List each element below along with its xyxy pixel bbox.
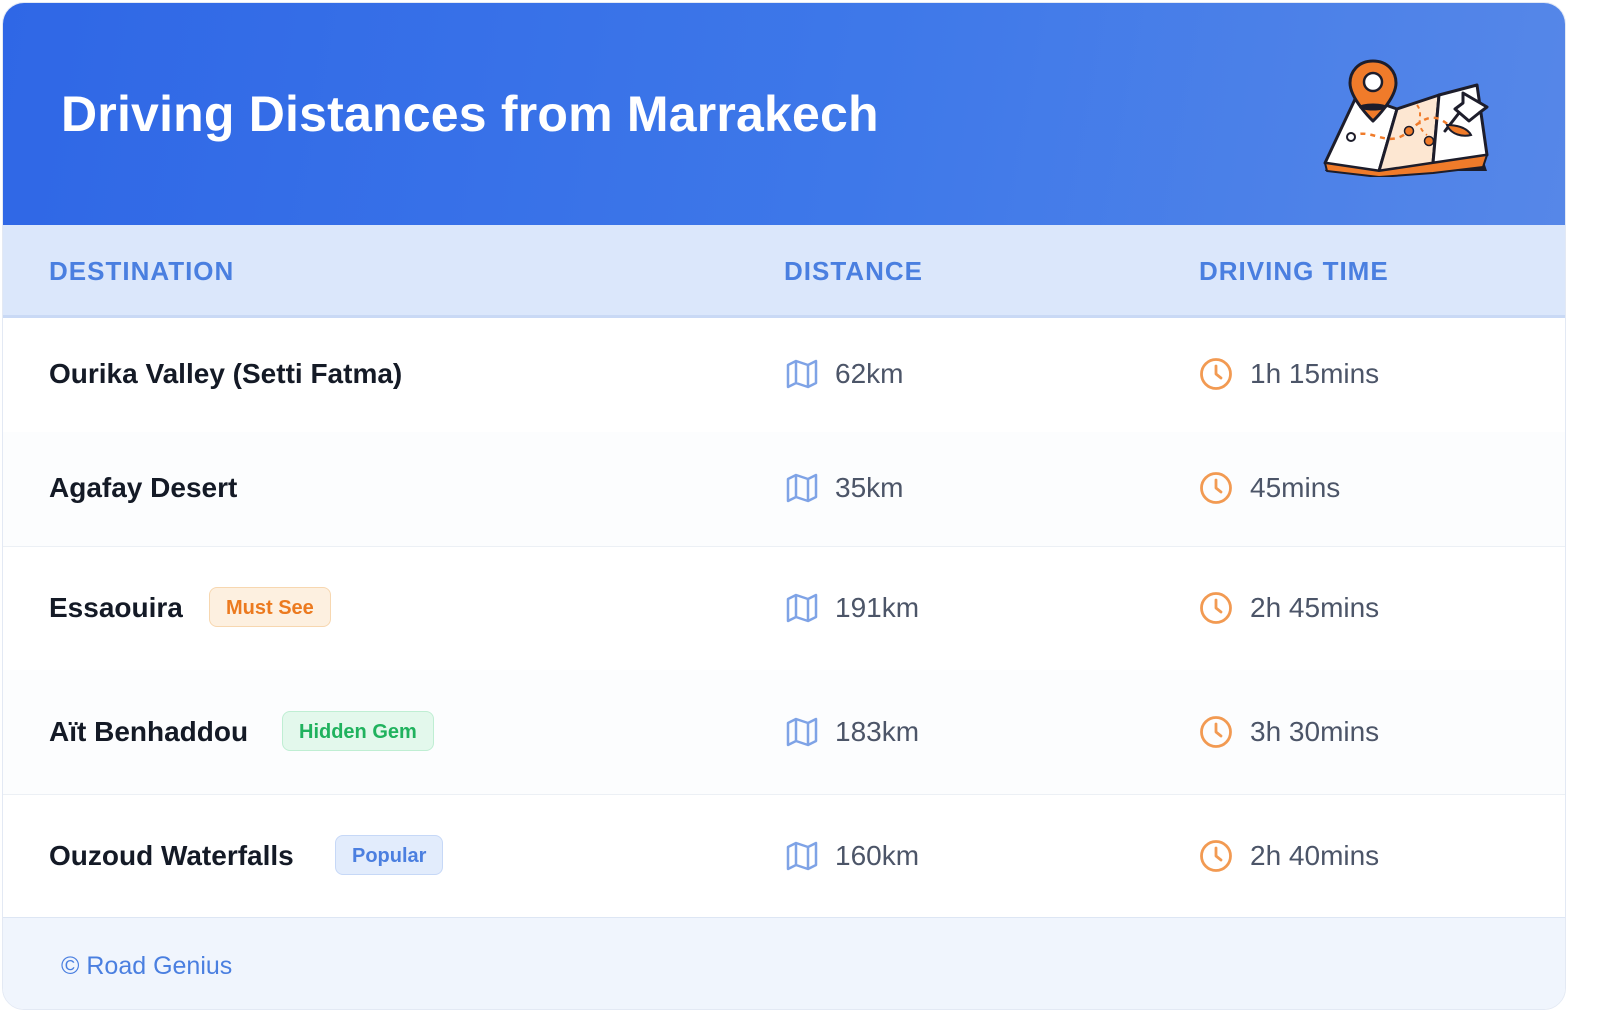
- table-row: Agafay Desert 35km 45mins: [3, 432, 1565, 547]
- distance-card: Driving Distances from Marrakech DESTINA…: [2, 2, 1566, 1010]
- clock-icon: [1200, 472, 1232, 504]
- distance-value: 62km: [835, 358, 904, 389]
- distance-value: 35km: [835, 472, 904, 503]
- map-pin-icon: [1323, 59, 1489, 177]
- table-row: Essaouira Must See 191km 2h 45mins: [3, 546, 1565, 671]
- destination-name: Agafay Desert: [49, 472, 238, 503]
- map-icon: [786, 841, 818, 871]
- map-icon: [786, 593, 818, 623]
- clock-icon: [1200, 358, 1232, 390]
- driving-time-value: 2h 40mins: [1250, 840, 1380, 871]
- driving-time-value: 2h 45mins: [1250, 592, 1380, 623]
- destination-name: Ouzoud Waterfalls: [49, 840, 294, 871]
- column-header-driving-time: DRIVING TIME: [1199, 256, 1389, 286]
- popular-badge: Popular: [335, 835, 444, 875]
- distance-value: 160km: [835, 840, 920, 871]
- driving-time-value: 1h 15mins: [1250, 358, 1380, 389]
- destination-name: Essaouira: [49, 592, 183, 623]
- driving-time-value: 45mins: [1250, 472, 1341, 503]
- distance-value: 191km: [835, 592, 920, 623]
- driving-time-value: 3h 30mins: [1250, 716, 1380, 747]
- must-see-badge: Must See: [209, 587, 331, 627]
- destination-name: Ourika Valley (Setti Fatma): [49, 358, 403, 389]
- clock-icon: [1200, 716, 1232, 748]
- table-row: Ourika Valley (Setti Fatma) 62km 1h 15mi…: [3, 318, 1565, 433]
- column-header-distance: DISTANCE: [784, 256, 923, 286]
- map-icon: [786, 359, 818, 389]
- table-row: Aït Benhaddou Hidden Gem 183km 3h 30mins: [3, 670, 1565, 795]
- copyright-text: © Road Genius: [61, 952, 233, 980]
- header-banner: Driving Distances from Marrakech: [3, 3, 1565, 225]
- distance-value: 183km: [835, 716, 920, 747]
- map-icon: [786, 717, 818, 747]
- table-row: Ouzoud Waterfalls Popular 160km 2h 40min…: [3, 794, 1565, 917]
- column-header-destination: DESTINATION: [49, 256, 235, 286]
- page-title: Driving Distances from Marrakech: [61, 86, 879, 142]
- hidden-gem-badge: Hidden Gem: [282, 711, 434, 751]
- destination-name: Aït Benhaddou: [49, 716, 249, 747]
- footer: © Road Genius: [3, 917, 1565, 1009]
- map-icon: [786, 473, 818, 503]
- clock-icon: [1200, 592, 1232, 624]
- table-header: DESTINATION DISTANCE DRIVING TIME: [3, 225, 1565, 318]
- clock-icon: [1200, 840, 1232, 872]
